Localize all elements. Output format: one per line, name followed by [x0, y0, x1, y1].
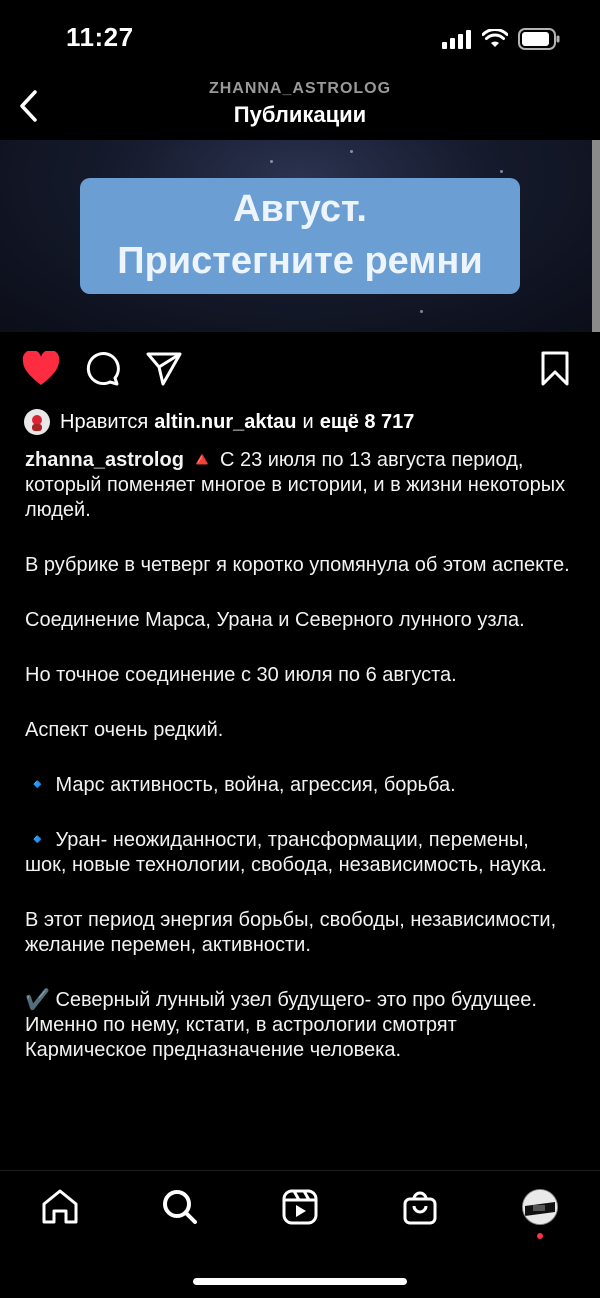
share-button[interactable]	[146, 351, 182, 392]
caption-paragraph-6: Марс активность, война, агрессия, борьба…	[55, 774, 456, 796]
home-icon	[42, 1189, 78, 1224]
post-image[interactable]: Август. Пристегните ремни	[0, 140, 600, 332]
home-indicator[interactable]	[193, 1278, 407, 1285]
likes-middle: и	[302, 410, 314, 433]
caption-paragraph-3: Соединение Марса, Урана и Северного лунн…	[25, 609, 525, 631]
author-username[interactable]: zhanna_astrolog	[25, 449, 184, 471]
avatar-icon	[523, 1190, 557, 1224]
send-icon	[146, 352, 182, 386]
caption-paragraph-2: В рубрике в четверг я коротко упомянула …	[25, 554, 570, 576]
status-bar: 11:27	[0, 0, 600, 80]
wifi-icon	[482, 29, 508, 47]
triangle-icon: 🔺	[189, 449, 215, 471]
like-button[interactable]	[22, 349, 60, 392]
avatar-icon	[32, 415, 42, 431]
page-title: Публикации	[233, 102, 367, 127]
reels-icon	[282, 1189, 318, 1225]
heart-icon	[22, 349, 60, 385]
post-caption: zhanna_astrolog 🔺 С 23 июля по 13 август…	[25, 448, 570, 1093]
likes-row[interactable]: Нравится altin.nur_aktau и ещё 8 717	[24, 408, 414, 436]
caption-paragraph-8: В этот период энергия борьбы, свободы, н…	[25, 909, 557, 956]
diamond-icon: 🔹	[25, 774, 50, 796]
diamond-icon: 🔹	[25, 829, 50, 851]
search-icon	[163, 1190, 197, 1224]
tab-profile[interactable]	[520, 1187, 560, 1227]
image-title-label: Август. Пристегните ремни	[80, 178, 520, 294]
caption-paragraph-5: Аспект очень редкий.	[25, 719, 224, 741]
post-actions	[0, 345, 600, 395]
tab-home[interactable]	[40, 1187, 80, 1227]
likes-user-link[interactable]: altin.nur_aktau	[154, 411, 296, 434]
image-title-line-1: Август.	[233, 188, 367, 230]
profile-avatar	[522, 1189, 558, 1225]
shop-icon	[403, 1191, 437, 1225]
caption-paragraph-9: Северный лунный узел будущего- это про б…	[25, 989, 537, 1061]
status-time: 11:27	[66, 22, 134, 52]
signal-icon	[442, 30, 471, 49]
save-button[interactable]	[540, 351, 570, 392]
caption-paragraph-4: Но точное соединение с 30 июля по 6 авгу…	[25, 664, 457, 686]
nav-bar: ZHANNA_ASTROLOG Публикации	[0, 80, 600, 140]
bookmark-icon	[541, 351, 569, 386]
tab-search[interactable]	[160, 1187, 200, 1227]
comment-button[interactable]	[84, 351, 120, 392]
tab-shop[interactable]	[400, 1187, 440, 1227]
likes-prefix: Нравится	[60, 410, 149, 433]
tab-reels[interactable]	[280, 1187, 320, 1227]
comment-icon	[86, 352, 120, 386]
notification-dot	[537, 1233, 543, 1239]
check-icon: ✔️	[25, 989, 50, 1011]
battery-icon	[518, 28, 560, 50]
avatar[interactable]	[24, 409, 50, 435]
nav-subtitle: ZHANNA_ASTROLOG	[208, 80, 392, 97]
caption-paragraph-7: Уран- неожиданности, трансформации, пере…	[25, 829, 547, 876]
likes-count[interactable]: ещё 8 717	[320, 411, 415, 434]
image-title-line-2: Пристегните ремни	[117, 240, 483, 282]
status-icons	[442, 28, 560, 50]
